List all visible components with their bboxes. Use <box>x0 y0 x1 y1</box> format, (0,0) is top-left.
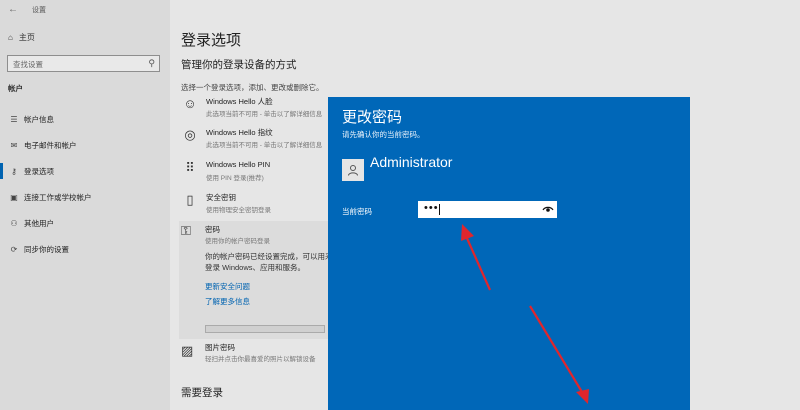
page-title: 登录选项 <box>181 32 242 49</box>
fingerprint-icon: ◎ <box>184 127 196 142</box>
key-icon: ⚷ <box>11 166 17 176</box>
home-link[interactable]: ⌂ 主页 <box>8 32 35 43</box>
home-icon: ⌂ <box>8 33 13 42</box>
learn-more-link[interactable]: 了解更多信息 <box>205 296 250 307</box>
option-pin[interactable]: ⠿ Windows Hello PIN 使用 PIN 登录(推荐) <box>181 160 341 190</box>
back-arrow-icon[interactable]: ← <box>8 4 18 15</box>
option-subtitle: 使用 PIN 登录(推荐) <box>206 175 264 182</box>
sidebar-item-account-info[interactable]: ☰ 帐户信息 <box>0 106 170 132</box>
mail-icon: ✉ <box>10 140 18 150</box>
sidebar-item-label: 电子邮件和帐户 <box>24 140 77 150</box>
option-title: Windows Hello 指纹 <box>206 128 273 137</box>
password-subtitle: 使用你的帐户密码登录 <box>205 238 270 245</box>
password-option-panel[interactable]: ⚿ 密码 使用你的帐户密码登录 你的帐户密码已经设置完成，可以用来登录 Wind… <box>179 221 339 339</box>
sidebar-item-label: 其他用户 <box>24 218 54 228</box>
option-subtitle: 使用物理安全密钥登录 <box>206 207 271 214</box>
title-bar: ← 设置 <box>0 0 170 20</box>
update-security-questions-link[interactable]: 更新安全问题 <box>205 281 250 292</box>
text-caret <box>439 204 440 215</box>
sidebar-item-sign-in-options[interactable]: ⚷ 登录选项 <box>0 158 170 184</box>
option-fingerprint[interactable]: ◎ Windows Hello 指纹 此选项当前不可用 - 单击以了解详细信息 <box>181 127 341 157</box>
option-subtitle: 此选项当前不可用 - 单击以了解详细信息 <box>206 142 323 149</box>
option-picture-password[interactable]: ▨ 图片密码 轻扫并点击你最喜爱的照片以解锁设备 <box>179 341 339 369</box>
dialog-title: 更改密码 <box>342 109 403 126</box>
require-sign-in-heading: 需要登录 <box>181 387 223 399</box>
option-title: Windows Hello 人脸 <box>206 97 273 106</box>
usb-key-icon: ▯ <box>186 192 194 207</box>
person-card-icon: ☰ <box>10 114 18 124</box>
sidebar-item-label: 连接工作或学校帐户 <box>24 192 92 202</box>
pin-keypad-icon: ⠿ <box>185 160 195 175</box>
option-face[interactable]: ☺ Windows Hello 人脸 此选项当前不可用 - 单击以了解详细信息 <box>181 96 341 126</box>
face-icon: ☺ <box>183 96 197 111</box>
option-subtitle: 轻扫并点击你最喜爱的照片以解锁设备 <box>205 356 316 363</box>
change-button[interactable] <box>205 325 325 333</box>
key-icon: ⚿ <box>181 223 191 238</box>
reveal-password-eye-icon[interactable] <box>542 203 554 215</box>
option-title: Windows Hello PIN <box>206 160 271 169</box>
option-security-key[interactable]: ▯ 安全密钥 使用物理安全密钥登录 <box>181 192 341 222</box>
password-value: ••• <box>424 202 439 214</box>
briefcase-icon: ▣ <box>10 192 18 202</box>
option-title: 图片密码 <box>205 343 235 352</box>
user-name: Administrator <box>370 154 453 170</box>
sidebar-item-sync[interactable]: ⟳ 同步你的设置 <box>0 236 170 262</box>
current-password-input[interactable]: ••• <box>418 201 557 218</box>
password-description: 你的帐户密码已经设置完成，可以用来登录 Windows、应用和服务。 <box>205 252 333 272</box>
change-password-dialog: 更改密码 请先确认你的当前密码。 Administrator 当前密码 ••• <box>328 97 690 410</box>
app-title: 设置 <box>32 7 46 14</box>
sidebar-nav: ☰ 帐户信息 ✉ 电子邮件和帐户 ⚷ 登录选项 ▣ 连接工作或学校帐户 ⚇ 其他… <box>0 106 170 262</box>
page-subtitle: 管理你的登录设备的方式 <box>181 59 297 71</box>
section-heading: 帐户 <box>8 84 23 93</box>
current-password-label: 当前密码 <box>342 207 372 216</box>
sidebar-item-work-school[interactable]: ▣ 连接工作或学校帐户 <box>0 184 170 210</box>
password-title: 密码 <box>205 225 220 234</box>
hint-text: 选择一个登录选项，添加、更改或删除它。 <box>181 83 324 92</box>
option-subtitle: 此选项当前不可用 - 单击以了解详细信息 <box>206 111 323 118</box>
person-icon <box>348 165 358 176</box>
search-input[interactable]: 查找设置 ⚲ <box>7 55 160 72</box>
sidebar-item-label: 同步你的设置 <box>24 244 69 254</box>
search-placeholder: 查找设置 <box>13 60 43 69</box>
sidebar-item-other-users[interactable]: ⚇ 其他用户 <box>0 210 170 236</box>
sync-icon: ⟳ <box>10 244 18 254</box>
person-add-icon: ⚇ <box>10 218 18 228</box>
option-title: 安全密钥 <box>206 193 236 202</box>
sidebar-item-label: 帐户信息 <box>24 114 54 124</box>
sidebar-item-email[interactable]: ✉ 电子邮件和帐户 <box>0 132 170 158</box>
sidebar: ← 设置 ⌂ 主页 查找设置 ⚲ 帐户 ☰ 帐户信息 ✉ 电子邮件和帐户 ⚷ 登… <box>0 0 170 410</box>
picture-icon: ▨ <box>181 343 194 358</box>
sidebar-item-label: 登录选项 <box>24 166 54 176</box>
dialog-subtitle: 请先确认你的当前密码。 <box>342 130 425 139</box>
user-avatar-icon <box>342 159 364 181</box>
home-label: 主页 <box>18 33 35 42</box>
search-icon[interactable]: ⚲ <box>148 58 155 69</box>
